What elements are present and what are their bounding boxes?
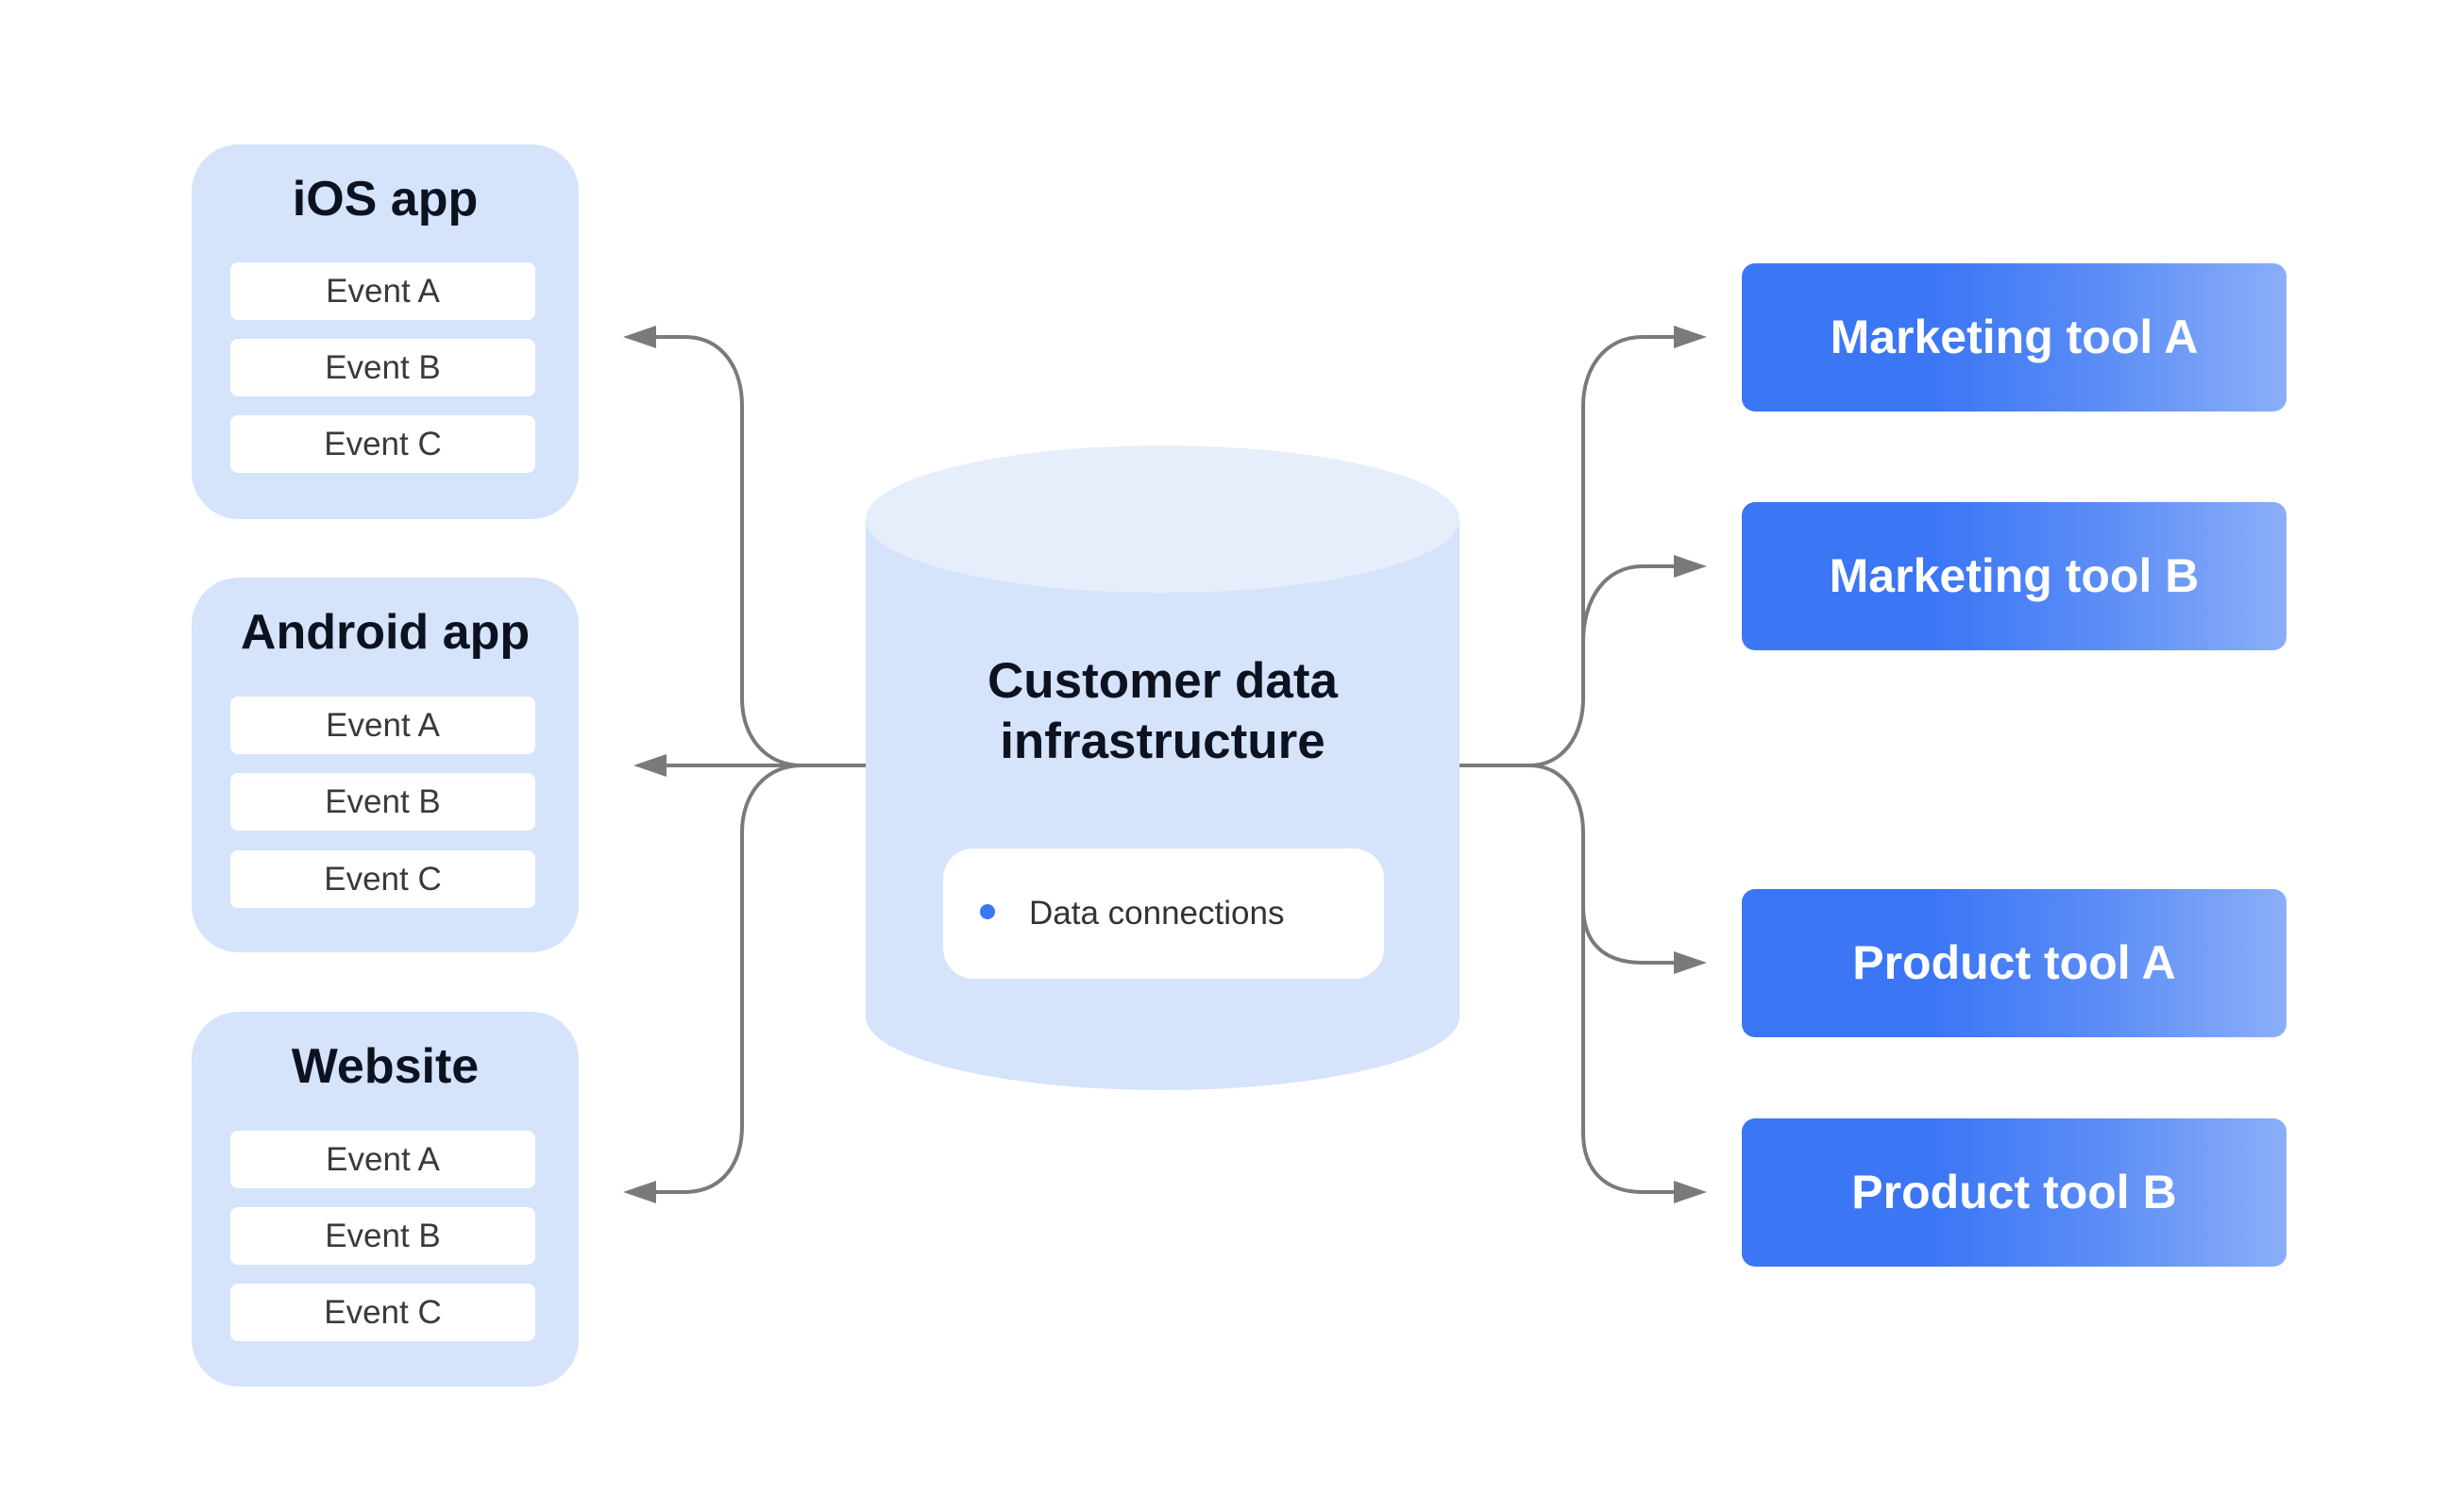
event-item: Event A <box>230 697 535 754</box>
event-item: Event B <box>230 339 535 396</box>
destination-marketing-tool-b: Marketing tool B <box>1742 502 2287 650</box>
connector-to-product-a <box>1460 764 1676 965</box>
destination-marketing-tool-a: Marketing tool A <box>1742 263 2287 412</box>
left-connectors <box>651 335 866 1194</box>
destination-product-tool-b: Product tool B <box>1742 1118 2287 1267</box>
connector-to-marketing-b <box>1581 564 1676 643</box>
bullet-dot-icon <box>980 904 995 919</box>
event-item: Event A <box>230 1131 535 1188</box>
hub-title-line1: Customer data <box>987 653 1339 709</box>
source-title: Android app <box>240 605 531 660</box>
event-item: Event C <box>230 1284 535 1341</box>
event-item: Event B <box>230 1207 535 1265</box>
event-item: Event B <box>230 773 535 831</box>
event-item: Event C <box>230 415 535 473</box>
connector-to-ios <box>651 335 866 767</box>
connector-to-marketing-a <box>1460 335 1676 767</box>
connector-to-website <box>651 764 866 1194</box>
event-item: Event C <box>230 850 535 908</box>
right-connectors <box>1460 335 1676 1194</box>
arrow-icon <box>623 326 656 348</box>
arrow-icon <box>1674 555 1707 578</box>
arrow-icon <box>1674 326 1707 348</box>
right-arrowheads <box>1674 326 1707 1203</box>
left-arrowheads <box>623 326 667 1203</box>
source-android-app: Android app Event A Event B Event C <box>192 578 579 952</box>
arrow-icon <box>1674 951 1707 974</box>
source-ios-app: iOS app Event A Event B Event C <box>192 144 579 519</box>
arrow-icon <box>633 754 667 777</box>
connector-to-product-b <box>1581 897 1676 1194</box>
hub-title-line2: infrastructure <box>1000 714 1325 769</box>
source-title: Website <box>291 1039 480 1094</box>
arrow-icon <box>623 1181 656 1203</box>
destination-product-tool-a: Product tool A <box>1742 889 2287 1037</box>
arrow-icon <box>1674 1181 1707 1203</box>
hub-title: Customer data infrastructure <box>866 651 1460 772</box>
source-title: iOS app <box>292 172 479 227</box>
data-connections-card: Data connections <box>943 848 1384 979</box>
event-item: Event A <box>230 262 535 320</box>
source-website: Website Event A Event B Event C <box>192 1012 579 1386</box>
data-connections-label: Data connections <box>1029 895 1285 932</box>
